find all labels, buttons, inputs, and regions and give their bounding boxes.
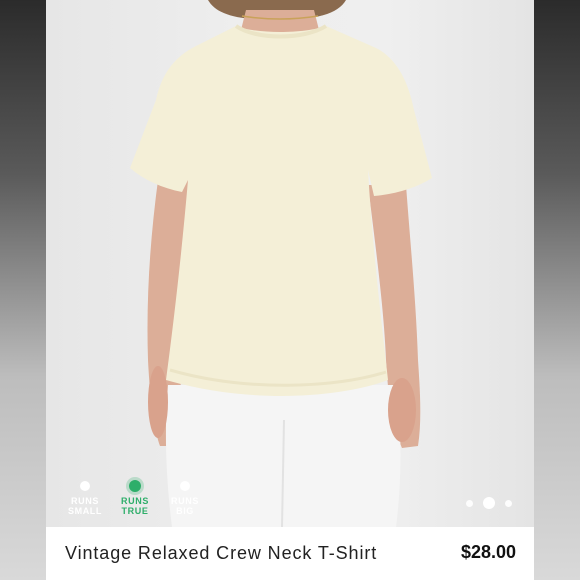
fit-dot-big — [180, 481, 190, 491]
fit-dot-small — [80, 481, 90, 491]
model-illustration — [130, 0, 432, 527]
fit-label-small: RUNS SMALL — [68, 496, 102, 516]
listing-info-bar[interactable]: Vintage Relaxed Crew Neck T-Shirt $28.00 — [46, 527, 534, 580]
left-background-panel — [0, 0, 46, 580]
right-hand-shape — [388, 378, 416, 442]
left-hand-shape — [148, 366, 168, 438]
listing-title[interactable]: Vintage Relaxed Crew Neck T-Shirt — [65, 543, 377, 564]
carousel-dot-2[interactable] — [483, 497, 495, 509]
fit-option-runs-small: RUNS SMALL — [60, 478, 110, 516]
fit-label-big: RUNS BIG — [171, 496, 199, 516]
carousel-dot-3[interactable] — [505, 499, 512, 507]
fit-option-runs-big: RUNS BIG — [160, 478, 210, 516]
fit-indicator: RUNS SMALL RUNS TRUE RUNS BIG — [60, 478, 210, 524]
product-card[interactable]: RUNS SMALL RUNS TRUE RUNS BIG Vintage Re… — [46, 0, 534, 580]
product-photo[interactable]: RUNS SMALL RUNS TRUE RUNS BIG — [46, 0, 534, 527]
fit-option-runs-true: RUNS TRUE — [110, 478, 160, 516]
carousel-dot-1[interactable] — [466, 499, 473, 507]
fit-dot-true — [129, 480, 141, 492]
right-background-panel — [534, 0, 580, 580]
carousel-indicator[interactable] — [466, 496, 512, 510]
fit-label-true: RUNS TRUE — [121, 496, 149, 516]
listing-price: $28.00 — [460, 542, 516, 562]
